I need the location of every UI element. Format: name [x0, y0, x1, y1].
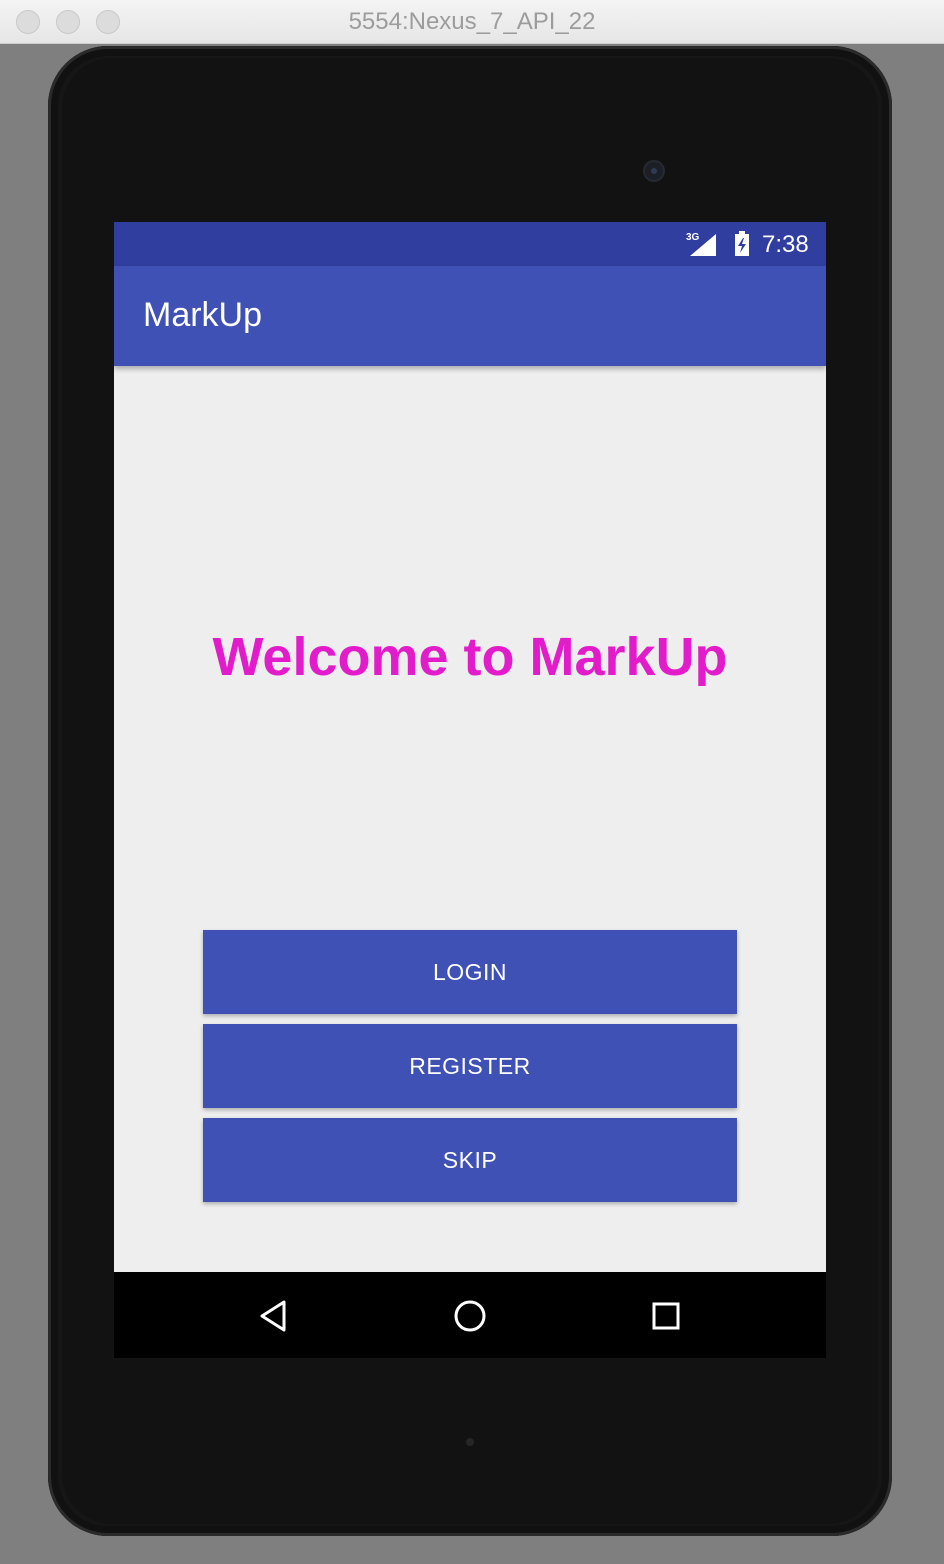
recents-icon[interactable] — [644, 1294, 688, 1338]
status-time: 7:38 — [762, 231, 809, 258]
camera-icon — [643, 160, 665, 182]
notification-led — [466, 1438, 474, 1446]
signal-icon: 3G — [686, 232, 716, 256]
window-title: 5554:Nexus_7_API_22 — [348, 8, 596, 35]
device-screen: 3G 7:38 MarkUp Welcome to MarkUp LOGIN R… — [114, 222, 826, 1358]
battery-icon — [735, 231, 749, 256]
register-button[interactable]: REGISTER — [203, 1024, 737, 1108]
navigation-bar — [114, 1272, 826, 1358]
login-button[interactable]: LOGIN — [203, 930, 737, 1014]
back-icon[interactable] — [252, 1294, 296, 1338]
app-title: MarkUp — [143, 296, 263, 334]
home-icon[interactable] — [448, 1294, 492, 1338]
network-type-label: 3G — [686, 232, 700, 243]
status-bar: 3G 7:38 — [114, 222, 826, 266]
app-toolbar: MarkUp — [114, 266, 826, 366]
welcome-heading: Welcome to MarkUp — [212, 627, 728, 687]
window-title-bar: 5554:Nexus_7_API_22 — [0, 0, 944, 44]
skip-button[interactable]: SKIP — [203, 1118, 737, 1202]
